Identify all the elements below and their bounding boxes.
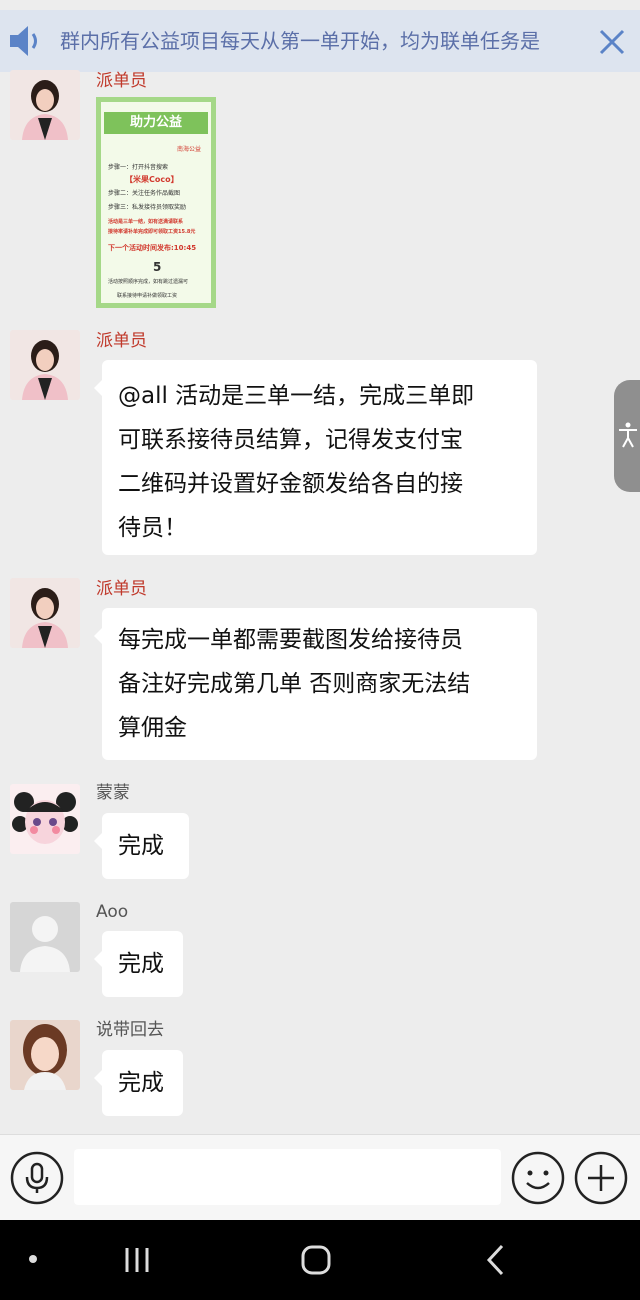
sender-name: 蒙蒙: [96, 783, 130, 803]
avatar[interactable]: [10, 784, 80, 854]
bubble-line: @all 活动是三单一结，完成三单即: [118, 383, 475, 409]
message-bubble[interactable]: 完成: [94, 1050, 183, 1116]
avatar[interactable]: [10, 578, 80, 648]
sender-name: 说带回去: [96, 1020, 164, 1040]
message-input[interactable]: [74, 1149, 501, 1205]
avatar[interactable]: [10, 902, 80, 972]
emoji-icon[interactable]: [511, 1151, 565, 1205]
bubble-line: 二维码并设置好金额发给各自的接: [118, 471, 463, 497]
message-bubble[interactable]: @all 活动是三单一结，完成三单即 可联系接待员结算，记得发支付宝 二维码并设…: [94, 360, 537, 555]
poster-note2: 接待率请补单完成即可领取工资15.8元: [108, 229, 196, 235]
sender-name: 派单员: [96, 71, 147, 91]
bubble-line: 备注好完成第几单 否则商家无法结: [118, 671, 471, 697]
microphone-icon[interactable]: [10, 1151, 64, 1205]
avatar[interactable]: [10, 70, 80, 140]
poster-step1: 步骤一：打开抖音搜索: [108, 164, 169, 171]
poster-step2: 步骤二：关注任务作品截图: [108, 190, 181, 197]
plus-icon[interactable]: [574, 1151, 628, 1205]
message-bubble[interactable]: 完成: [94, 931, 183, 997]
woman-avatar-icon: [10, 70, 80, 140]
banner-text: 群内所有公益项目每天从第一单开始，均为联单任务是: [60, 29, 540, 53]
woman-photo-avatar-icon: [10, 1020, 80, 1090]
bubble-line: 可联系接待员结算，记得发支付宝: [118, 427, 463, 453]
message-bubble[interactable]: 每完成一单都需要截图发给接待员 备注好完成第几单 否则商家无法结 算佣金: [94, 608, 537, 760]
home-icon[interactable]: [298, 1242, 334, 1278]
system-navigation-bar: [0, 1220, 640, 1300]
woman-avatar-icon: [10, 578, 80, 648]
poster-number: 5: [153, 260, 162, 274]
bubble-text: 完成: [118, 951, 164, 977]
poster-footer: 联系接待申请补做领取工资: [117, 293, 178, 299]
default-user-avatar-icon: [10, 902, 80, 972]
poster-title: 助力公益: [104, 112, 208, 134]
poster-step3: 步骤三：私发接待员领取奖励: [108, 204, 187, 211]
poster-note1: 活动是三单一结，如有送满请联系: [108, 219, 184, 225]
message-bubble[interactable]: 完成: [94, 813, 189, 879]
avatar[interactable]: [10, 1020, 80, 1090]
woman-avatar-icon: [10, 330, 80, 400]
poster-inner: 助力公益 南海公益 步骤一：打开抖音搜索 【米果Coco】 步骤二：关注任务作品…: [101, 102, 211, 303]
speaker-icon: [10, 26, 37, 56]
input-bar: [0, 1134, 640, 1221]
bubble-line: 算佣金: [118, 715, 187, 741]
accessibility-icon: [619, 422, 637, 448]
accessibility-tab[interactable]: [614, 380, 640, 492]
sender-name: Aoo: [96, 902, 129, 922]
poster-next-time: 下一个活动时间发布:10:45: [108, 244, 197, 252]
sender-name: 派单员: [96, 579, 147, 599]
bubble-line: 每完成一单都需要截图发给接待员: [118, 627, 463, 653]
announcement-banner[interactable]: 群内所有公益项目每天从第一单开始，均为联单任务是: [0, 10, 640, 72]
poster-note3: 活动按照顺序完成，如有跳过遗漏可: [108, 279, 189, 285]
poster-image[interactable]: 助力公益 南海公益 步骤一：打开抖音搜索 【米果Coco】 步骤二：关注任务作品…: [96, 97, 216, 308]
poster-badge: 南海公益: [177, 146, 202, 153]
cartoon-girl-avatar-icon: [10, 784, 80, 854]
poster-keyword: 【米果Coco】: [125, 175, 179, 184]
bubble-line: 待员！: [118, 515, 187, 541]
nav-dot-icon: [29, 1255, 37, 1263]
close-icon[interactable]: [598, 28, 626, 56]
bubble-text: 完成: [118, 833, 164, 859]
back-icon[interactable]: [482, 1242, 508, 1278]
avatar[interactable]: [10, 330, 80, 400]
recent-apps-icon[interactable]: [120, 1244, 154, 1276]
sender-name: 派单员: [96, 331, 147, 351]
bubble-text: 完成: [118, 1070, 164, 1096]
